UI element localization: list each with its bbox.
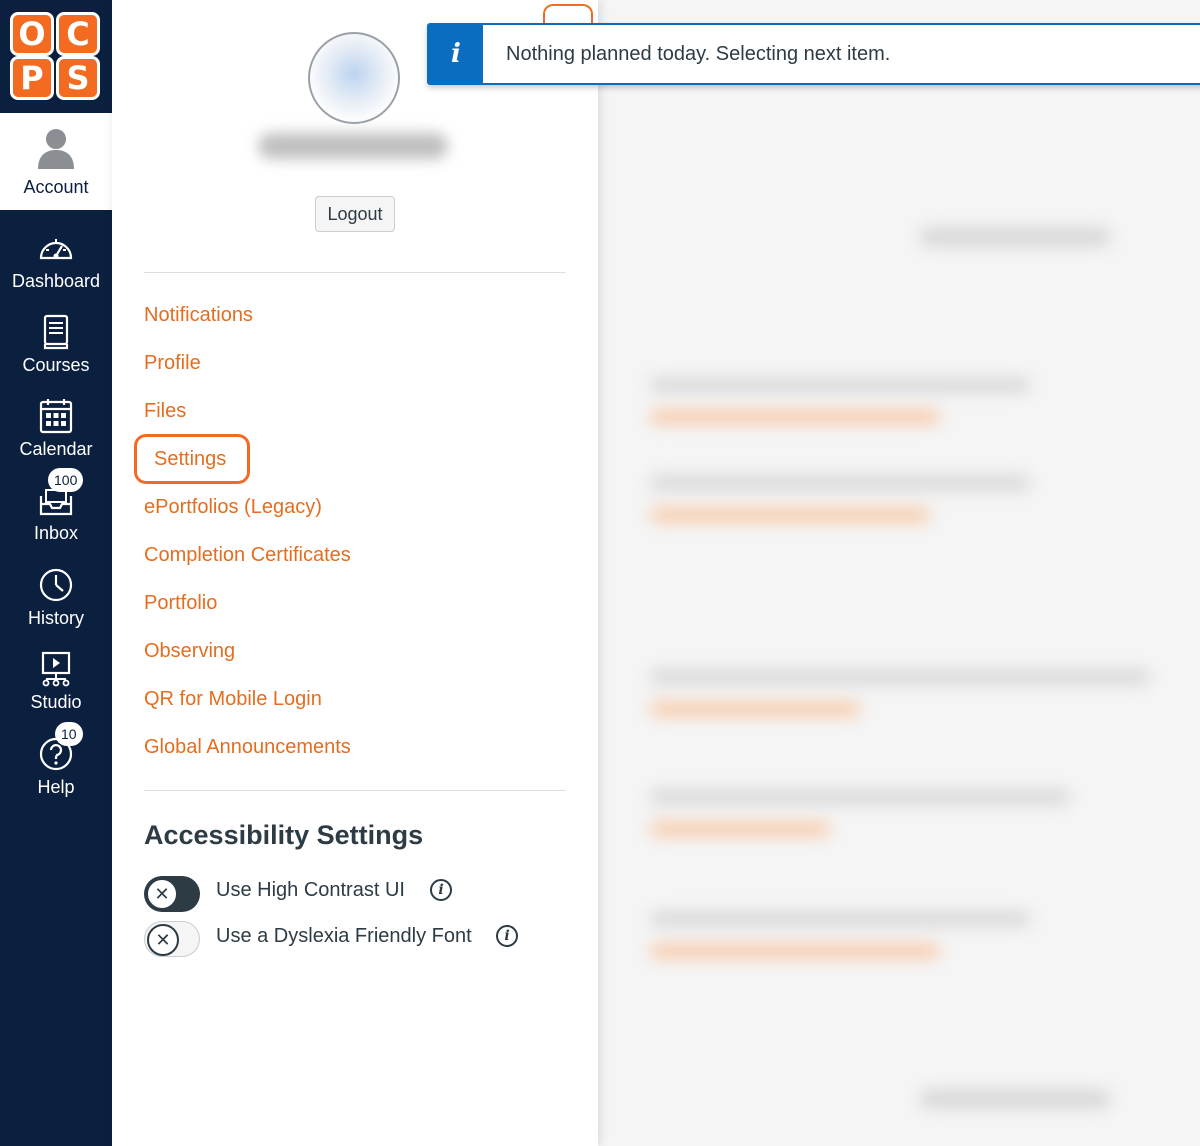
high-contrast-toggle[interactable]: ✕ [144,876,200,912]
dashboard-icon [39,239,73,260]
nav-label: Inbox [33,523,79,543]
tray-link-files[interactable]: Files [144,400,186,423]
nav-item-account[interactable]: Account [0,113,112,210]
info-icon: i [429,25,483,83]
logo-letter: S [56,56,100,100]
tray-link-global-announcements[interactable]: Global Announcements [144,736,351,759]
clock-icon [39,568,73,602]
nav-item-history[interactable]: History [0,559,112,643]
info-icon[interactable]: i [496,925,518,947]
logo-letter: P [10,56,54,100]
calendar-icon [39,399,73,434]
flash-alert: i Nothing planned today. Selecting next … [427,23,1200,85]
logout-button[interactable]: Logout [315,196,395,232]
high-contrast-label: Use High Contrast UI [216,879,405,901]
info-icon[interactable]: i [430,879,452,901]
tray-link-qr-mobile-login[interactable]: QR for Mobile Login [144,688,322,711]
alert-message: Nothing planned today. Selecting next it… [506,43,891,65]
courses-icon [43,314,69,350]
divider [144,272,566,273]
tray-link-profile[interactable]: Profile [144,352,201,375]
user-name-redacted [258,133,448,159]
nav-item-help[interactable]: 10 Help [0,722,112,812]
x-icon: ✕ [147,924,179,956]
nav-label: Help [37,777,75,797]
nav-label: Dashboard [11,271,101,291]
dyslexia-font-label: Use a Dyslexia Friendly Font [216,925,472,947]
nav-label: Studio [30,692,82,712]
nav-item-dashboard[interactable]: Dashboard [0,222,112,306]
account-tray: Logout Notifications Profile Files Setti… [112,0,598,1146]
nav-item-studio[interactable]: Studio [0,643,112,727]
tray-link-completion-certificates[interactable]: Completion Certificates [144,544,351,567]
tray-link-eportfolios[interactable]: ePortfolios (Legacy) [144,496,322,519]
accessibility-settings-heading: Accessibility Settings [144,820,424,850]
inbox-unread-badge: 100 [48,468,84,492]
tray-link-observing[interactable]: Observing [144,640,235,663]
nav-item-courses[interactable]: Courses [0,306,112,390]
nav-label: Account [23,177,89,197]
dyslexia-font-toggle[interactable]: ✕ [144,921,200,957]
nav-item-inbox[interactable]: 100 Inbox [0,468,112,558]
avatar[interactable] [308,32,400,124]
logo-letter: C [56,12,100,56]
nav-item-calendar[interactable]: Calendar [0,390,112,474]
global-nav: O C P S Account Dashboard Courses Calend… [0,0,112,1146]
help-badge: 10 [55,722,83,746]
x-icon: ✕ [146,878,178,910]
tray-link-notifications[interactable]: Notifications [144,304,253,327]
ocps-logo[interactable]: O C P S [10,12,102,104]
user-icon [38,129,74,169]
tray-link-portfolio[interactable]: Portfolio [144,592,217,615]
nav-label: Courses [22,355,90,375]
studio-icon [41,651,71,687]
nav-label: History [27,608,84,628]
tray-link-settings[interactable]: Settings [154,448,226,471]
divider [144,790,566,791]
logo-letter: O [10,12,54,56]
nav-label: Calendar [19,439,93,459]
